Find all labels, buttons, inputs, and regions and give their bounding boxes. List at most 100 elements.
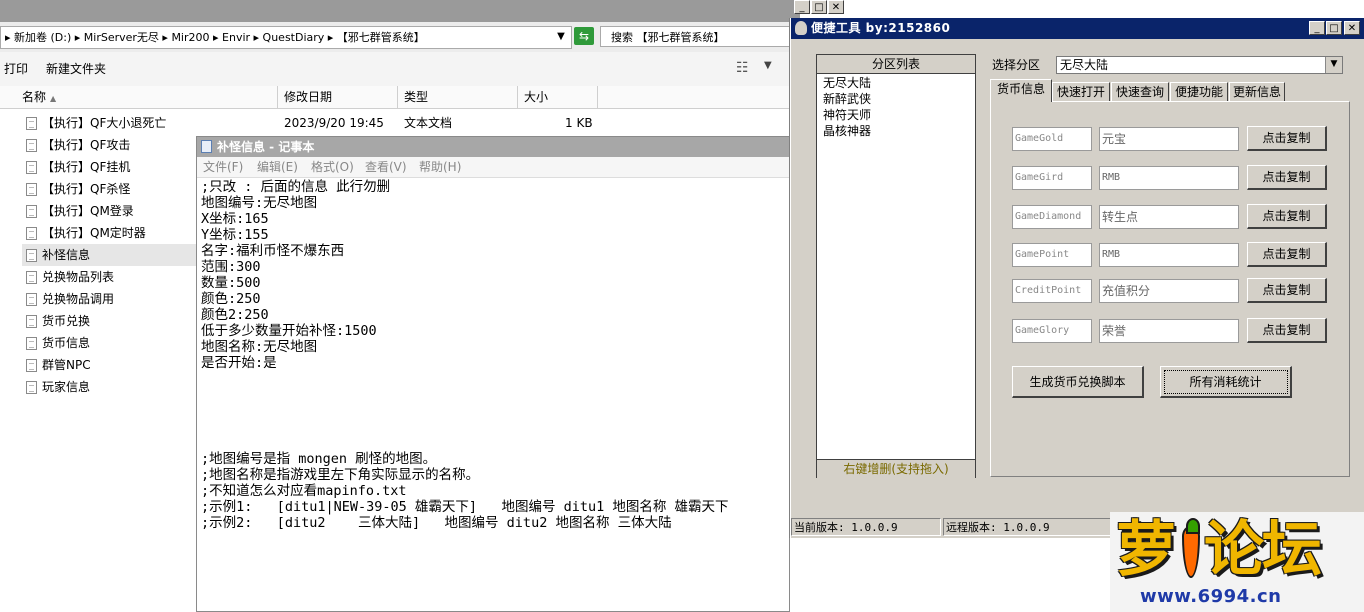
file-type: 文本文档 xyxy=(404,116,453,130)
copy-button[interactable]: 点击复制 xyxy=(1247,126,1327,151)
currency-key-field[interactable]: GameGold xyxy=(1012,127,1092,151)
currency-name-field[interactable]: 转生点 xyxy=(1099,205,1239,229)
notepad-line xyxy=(201,371,785,387)
tool-window: 便捷工具 by:2152860 _ □ ✕ 分区列表 无尽大陆 新醉武侠 神符天师晶… xyxy=(790,18,1364,538)
column-name-label: 名称 xyxy=(22,90,47,104)
watermark-url: www.6994.cn xyxy=(1140,586,1282,607)
menu-help[interactable]: 帮助(H) xyxy=(419,157,461,177)
notepad-titlebar[interactable]: 补怪信息 - 记事本 xyxy=(197,137,789,157)
explorer-titlebar xyxy=(0,0,800,22)
region-list-panel: 分区列表 无尽大陆 新醉武侠 神符天师 晶核神器 右键增删(支持拖入) xyxy=(816,54,976,478)
copy-button[interactable]: 点击复制 xyxy=(1247,278,1327,303)
currency-name-field[interactable]: RMB xyxy=(1099,166,1239,190)
region-list-item[interactable]: 无尽大陆 xyxy=(823,75,871,91)
address-breadcrumb[interactable]: ▸ 新加卷 (D:) ▸ MirServer无尽 ▸ Mir200 ▸ Envi… xyxy=(0,26,572,49)
file-list-item[interactable]: 兑换物品调用 xyxy=(22,288,198,310)
file-name: 【执行】QM定时器 xyxy=(42,226,146,240)
region-list-item[interactable]: 神符天师 xyxy=(823,107,871,123)
currency-key-field[interactable]: CreditPoint xyxy=(1012,279,1092,303)
close-icon[interactable]: ✕ xyxy=(828,0,844,14)
new-folder-button[interactable]: 新建文件夹 xyxy=(46,52,106,86)
notepad-line: 数量:500 xyxy=(201,275,261,291)
file-list-item[interactable]: 货币信息 xyxy=(22,332,198,354)
currency-name-field[interactable]: RMB xyxy=(1099,243,1239,267)
file-list-item[interactable]: 群管NPC xyxy=(22,354,198,376)
site-watermark: 萝论坛 www.6994.cn xyxy=(1110,512,1364,612)
file-list-item[interactable]: 【执行】QF大小退死亡 xyxy=(22,112,198,134)
view-dropdown-icon[interactable]: ▼ xyxy=(764,60,772,71)
tab-currency-info[interactable]: 货币信息 xyxy=(990,79,1052,102)
copy-button[interactable]: 点击复制 xyxy=(1247,242,1327,267)
region-list-item[interactable]: 新醉武侠 xyxy=(823,91,871,107)
file-list-item[interactable]: 【执行】QF挂机 xyxy=(22,156,198,178)
tab-convenience[interactable]: 便捷功能 xyxy=(1170,82,1228,101)
text-file-icon xyxy=(26,337,37,350)
tool-minimize-icon[interactable]: _ xyxy=(1309,21,1325,35)
file-list-item[interactable]: 【执行】QM定时器 xyxy=(22,222,198,244)
notepad-line xyxy=(201,419,785,435)
notepad-text-area[interactable]: ;只改 : 后面的信息 此行勿删 地图编号:无尽地图 X坐标:165 Y坐标:155 名… xyxy=(201,179,785,531)
tool-titlebar[interactable]: 便捷工具 by:2152860 _ □ ✕ xyxy=(791,18,1364,39)
tab-update-info[interactable]: 更新信息 xyxy=(1229,82,1285,101)
copy-button[interactable]: 点击复制 xyxy=(1247,204,1327,229)
file-name: 兑换物品列表 xyxy=(42,270,115,284)
tab-quick-query[interactable]: 快速查询 xyxy=(1111,82,1169,101)
tool-maximize-icon[interactable]: □ xyxy=(1326,21,1342,35)
explorer-address-bar: ▸ 新加卷 (D:) ▸ MirServer无尽 ▸ Mir200 ▸ Envi… xyxy=(0,22,800,53)
currency-key-field[interactable]: GameGlory xyxy=(1012,319,1092,343)
file-list-item[interactable]: 【执行】QF攻击 xyxy=(22,134,198,156)
column-size[interactable]: 大小 xyxy=(518,86,598,108)
view-options-icon[interactable]: ☷ xyxy=(736,60,749,76)
currency-name-field[interactable]: 元宝 xyxy=(1099,127,1239,151)
currency-name-field[interactable]: 荣誉 xyxy=(1099,319,1239,343)
address-dropdown-icon[interactable]: ▼ xyxy=(552,26,570,47)
print-button[interactable]: 打印 xyxy=(4,52,28,86)
file-name: 【执行】QF挂机 xyxy=(42,160,131,174)
currency-key-field[interactable]: GameDiamond xyxy=(1012,205,1092,229)
search-input[interactable]: 搜索 【邪七群管系统】 xyxy=(600,26,800,47)
notepad-line xyxy=(201,387,785,403)
file-list-item[interactable]: 货币兑换 xyxy=(22,310,198,332)
menu-format[interactable]: 格式(O) xyxy=(311,157,354,177)
text-file-icon xyxy=(26,359,37,372)
file-list-item[interactable]: 【执行】QM登录 xyxy=(22,200,198,222)
file-modified-date: 2023/9/20 19:45 xyxy=(284,116,384,130)
refresh-icon[interactable]: ⇆ xyxy=(574,27,594,45)
notepad-line: 地图编号:无尽地图 xyxy=(201,195,318,211)
currency-key-field[interactable]: GameGird xyxy=(1012,166,1092,190)
file-name: 【执行】QM登录 xyxy=(42,204,134,218)
consumption-stats-button[interactable]: 所有消耗统计 xyxy=(1160,366,1292,398)
column-name[interactable]: 名称 ▲ xyxy=(16,86,278,108)
menu-file[interactable]: 文件(F) xyxy=(203,157,243,177)
text-file-icon xyxy=(26,315,37,328)
copy-button[interactable]: 点击复制 xyxy=(1247,165,1327,190)
currency-key-field[interactable]: GamePoint xyxy=(1012,243,1092,267)
text-file-icon xyxy=(26,183,37,196)
column-modified[interactable]: 修改日期 xyxy=(278,86,398,108)
region-select[interactable]: 无尽大陆 xyxy=(1056,56,1343,74)
notepad-line: ;不知道怎么对应看mapinfo.txt xyxy=(201,483,407,499)
notepad-line xyxy=(201,435,785,451)
file-list-item[interactable]: 兑换物品列表 xyxy=(22,266,198,288)
column-type[interactable]: 类型 xyxy=(398,86,518,108)
region-list-item[interactable]: 晶核神器 xyxy=(823,123,871,139)
file-list-item[interactable]: 【执行】QF杀怪 xyxy=(22,178,198,200)
maximize-icon[interactable]: □ xyxy=(811,0,827,14)
tab-quick-open[interactable]: 快速打开 xyxy=(1052,82,1110,101)
generate-script-button[interactable]: 生成货币兑换脚本 xyxy=(1012,366,1144,398)
menu-edit[interactable]: 编辑(E) xyxy=(257,157,298,177)
watermark-logo: 萝论坛 xyxy=(1116,514,1322,586)
file-list-item[interactable]: 玩家信息 xyxy=(22,376,198,398)
text-file-icon xyxy=(26,381,37,394)
text-file-icon xyxy=(26,249,37,262)
notepad-line: 名字:福利币怪不爆东西 xyxy=(201,243,345,259)
tool-close-icon[interactable]: ✕ xyxy=(1344,21,1360,35)
file-list-item[interactable]: 补怪信息 xyxy=(22,244,198,266)
minimize-icon[interactable]: _ xyxy=(794,0,810,14)
notepad-line: ;只改 : 后面的信息 此行勿删 xyxy=(201,179,391,195)
copy-button[interactable]: 点击复制 xyxy=(1247,318,1327,343)
chevron-down-icon[interactable]: ▼ xyxy=(1325,57,1342,73)
currency-name-field[interactable]: 充值积分 xyxy=(1099,279,1239,303)
menu-view[interactable]: 查看(V) xyxy=(365,157,407,177)
explorer-toolbar: 打印 新建文件夹 ☷ ▼ xyxy=(0,52,800,87)
